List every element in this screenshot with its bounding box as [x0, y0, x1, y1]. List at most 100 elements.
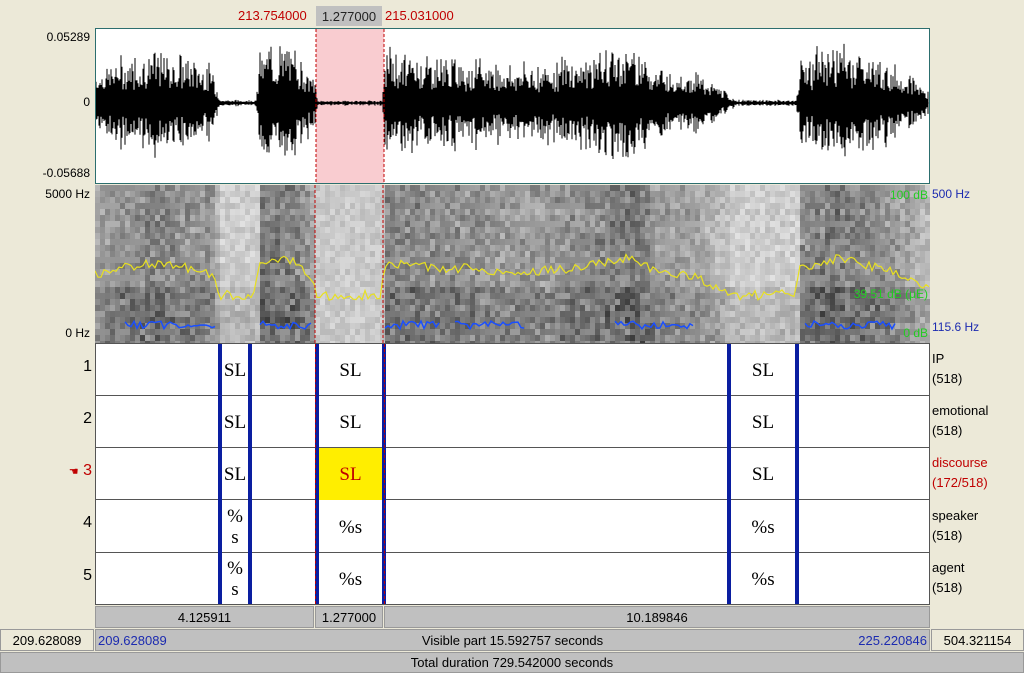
visible-part-bar[interactable]: 209.628089 Visible part 15.592757 second…	[95, 629, 930, 651]
interval-label[interactable]: %s	[731, 553, 795, 605]
spectrogram-cell	[460, 197, 465, 203]
duration-after-selection[interactable]: 10.189846	[384, 606, 930, 628]
spectrogram-cell	[600, 191, 605, 197]
interval-label[interactable]: SL	[222, 396, 248, 448]
tier-number-1[interactable]: 1	[60, 358, 92, 376]
spectrogram-cell	[305, 287, 310, 293]
interval-label[interactable]: SL	[222, 344, 248, 396]
tier-number-3[interactable]: ☚ 3	[60, 462, 92, 480]
interval-label[interactable]: %s	[319, 553, 382, 605]
spectrogram-cell	[185, 299, 190, 305]
spectrogram-cell	[185, 221, 190, 227]
spectrogram-cell	[270, 245, 275, 251]
spectrogram-cell	[400, 185, 405, 191]
spectrogram-cell	[260, 281, 265, 287]
spectrogram-cell	[705, 287, 710, 293]
spectrogram-cell	[260, 215, 265, 221]
window-total-end[interactable]: 504.321154	[931, 629, 1024, 651]
spectrogram-cell	[860, 269, 865, 275]
interval-label[interactable]: SL	[319, 396, 382, 448]
spectrogram-cell	[290, 281, 295, 287]
spectrogram-cell	[585, 209, 590, 215]
tier-number-2[interactable]: 2	[60, 410, 92, 428]
spectrogram-cell	[835, 293, 840, 299]
spectrogram-cell	[440, 191, 445, 197]
interval-boundary[interactable]	[248, 344, 252, 604]
spectrogram-cell	[140, 251, 145, 257]
spectrogram-cell	[605, 275, 610, 281]
interval-label[interactable]: %s	[319, 501, 382, 553]
selection-duration-top[interactable]: 1.277000	[316, 6, 382, 26]
spectrogram-cell	[255, 209, 260, 215]
interval-label[interactable]: SL	[222, 448, 248, 500]
spectrogram-cell	[430, 191, 435, 197]
spectrogram-cell	[485, 311, 490, 317]
total-duration-bar[interactable]: Total duration 729.542000 seconds	[0, 652, 1024, 673]
spectrogram-cell	[475, 233, 480, 239]
spectrogram-cell	[500, 245, 505, 251]
spectrogram-cell	[180, 329, 185, 335]
tier-number-4[interactable]: 4	[60, 514, 92, 532]
spectrogram-cell	[740, 197, 745, 203]
interval-label[interactable]: SL	[319, 344, 382, 396]
spectrogram-cell	[160, 221, 165, 227]
spectrogram-cell	[855, 209, 860, 215]
textgrid-tiers[interactable]: SL SL SL SL SL SL SL SL SL % s %s %s % s…	[95, 343, 930, 605]
interval-label[interactable]: SL	[731, 344, 795, 396]
duration-selection[interactable]: 1.277000	[315, 606, 383, 628]
spectrogram-cell	[440, 311, 445, 317]
spectrogram-cell	[540, 239, 545, 245]
spectrogram-panel[interactable]: 100 dB 39.51 dB (μE) 0 dB	[95, 185, 930, 343]
spectrogram-cell	[215, 245, 220, 251]
spectrogram-cell	[180, 239, 185, 245]
spectrogram-cell	[900, 311, 905, 317]
tier-name-5[interactable]: agent (518)	[932, 558, 965, 598]
spectrogram-cell	[825, 287, 830, 293]
interval-label[interactable]: %s	[731, 501, 795, 553]
interval-label[interactable]: SL	[731, 396, 795, 448]
duration-before-selection[interactable]: 4.125911	[95, 606, 314, 628]
tier-name-3[interactable]: discourse (172/518)	[932, 453, 988, 493]
spectrogram-cell	[650, 251, 655, 257]
tier-name-4[interactable]: speaker (518)	[932, 506, 978, 546]
spectrogram-cell	[95, 215, 100, 221]
spectrogram-cell	[610, 251, 615, 257]
interval-label-selected[interactable]: SL	[319, 448, 382, 500]
spectrogram-cell	[800, 215, 805, 221]
spectrogram-cell	[275, 329, 280, 335]
spectrogram-cell	[670, 197, 675, 203]
spectrogram-cell	[670, 293, 675, 299]
spectrogram-cell	[650, 215, 655, 221]
spectrogram-cell	[520, 251, 525, 257]
spectrogram-cell	[745, 275, 750, 281]
waveform-panel[interactable]	[95, 28, 930, 184]
tier-name-1[interactable]: IP (518)	[932, 349, 962, 389]
spectrogram-cell	[665, 251, 670, 257]
spectrogram-cell	[755, 329, 760, 335]
spectrogram-cell	[920, 233, 925, 239]
spectrogram-cell	[255, 185, 260, 191]
spectrogram-cell	[735, 287, 740, 293]
spectrogram-cell	[540, 293, 545, 299]
spectrogram-cell	[895, 311, 900, 317]
spectrogram-cell	[500, 299, 505, 305]
interval-label[interactable]: % s	[222, 501, 248, 553]
spectrogram-cell	[780, 191, 785, 197]
spectrogram-cell	[625, 281, 630, 287]
spectrogram-cell	[775, 335, 780, 341]
spectrogram-cell	[890, 215, 895, 221]
spectrogram-cell	[110, 305, 115, 311]
tier-name-2[interactable]: emotional (518)	[932, 401, 988, 441]
window-total-start[interactable]: 209.628089	[0, 629, 94, 651]
spectrogram-cell	[295, 227, 300, 233]
spectrogram-cell	[395, 281, 400, 287]
spectrogram-cell	[480, 329, 485, 335]
spectrogram-cell	[285, 227, 290, 233]
interval-label[interactable]: % s	[222, 553, 248, 605]
interval-boundary[interactable]	[795, 344, 799, 604]
interval-label[interactable]: SL	[731, 448, 795, 500]
spectrogram-cell	[910, 239, 915, 245]
tier-number-5[interactable]: 5	[60, 567, 92, 585]
spectrogram-cell	[830, 275, 835, 281]
spectrogram-cell	[180, 227, 185, 233]
